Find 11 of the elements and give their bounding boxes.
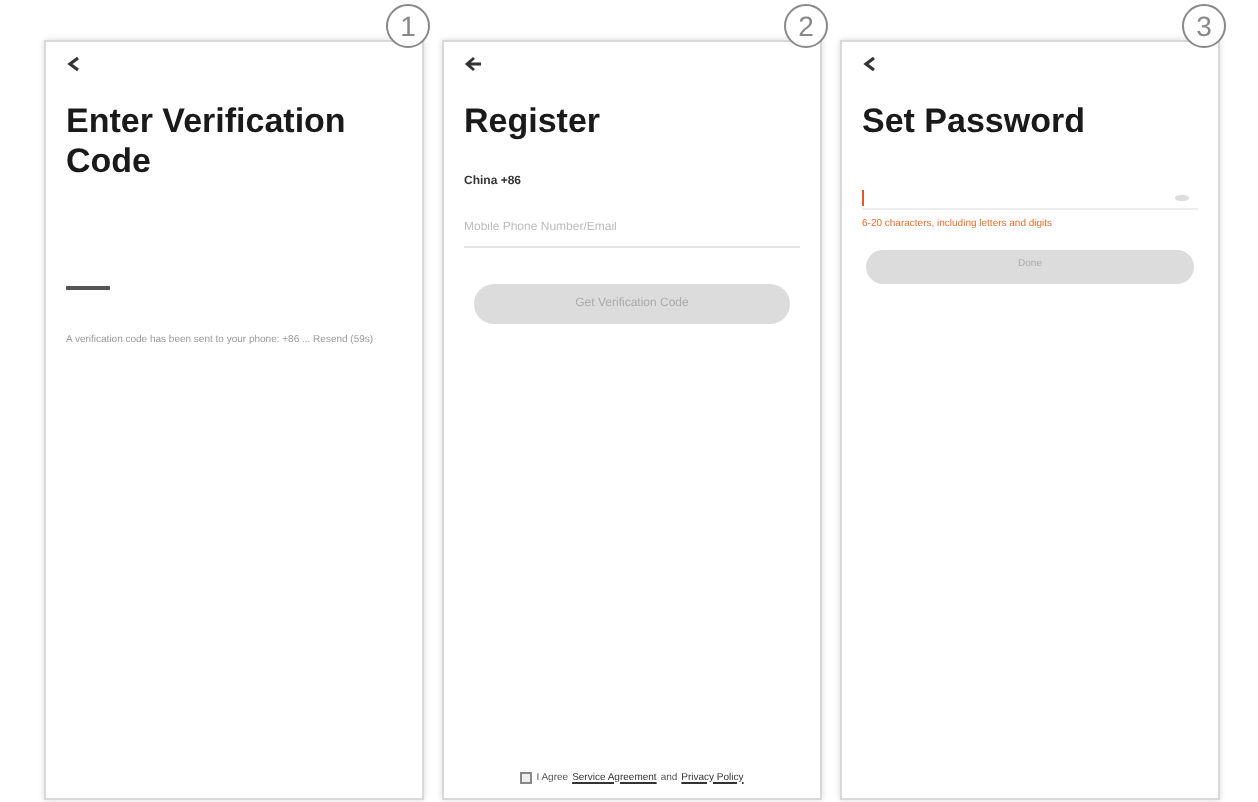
- screen-title: Set Password: [862, 102, 1087, 142]
- password-input-field[interactable]: [862, 186, 1198, 210]
- step-number: 1: [386, 4, 430, 48]
- step-number: 2: [784, 4, 828, 48]
- screen-title: Register: [464, 102, 603, 142]
- step-number: 3: [1182, 4, 1226, 48]
- screen-title: Enter Verification Code: [66, 102, 348, 182]
- back-icon[interactable]: [66, 56, 82, 72]
- back-icon[interactable]: [862, 56, 878, 72]
- back-icon[interactable]: [464, 56, 482, 72]
- agree-checkbox[interactable]: [520, 772, 533, 785]
